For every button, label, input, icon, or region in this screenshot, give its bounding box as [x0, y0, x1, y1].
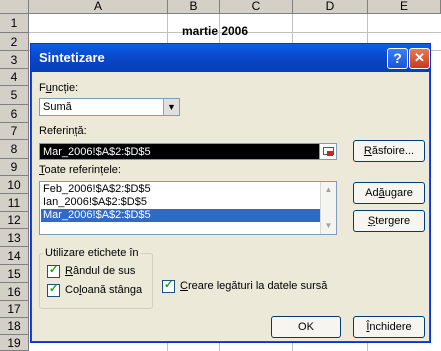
column-header-b[interactable]: B	[168, 0, 220, 14]
row-header-6[interactable]: 6	[0, 105, 29, 123]
cell-title-text[interactable]: martie 2006	[140, 24, 290, 38]
column-header-a[interactable]: A	[29, 0, 168, 14]
top-row-label[interactable]: Rândul de sus	[65, 265, 135, 277]
scroll-down-icon[interactable]: ▼	[322, 219, 335, 233]
create-links-checkbox[interactable]: ✓	[162, 279, 175, 293]
browse-button[interactable]: Răsfoire...	[353, 140, 425, 162]
add-button[interactable]: Adăugare	[353, 182, 425, 204]
row-header-10[interactable]: 10	[0, 176, 29, 194]
reference-label: Referință:	[39, 125, 87, 137]
chevron-down-icon[interactable]: ▼	[163, 99, 179, 115]
dialog-titlebar[interactable]: Sintetizare ? ✕	[31, 44, 430, 72]
row-header-4[interactable]: 4	[0, 69, 29, 86]
row-header-12[interactable]: 12	[0, 212, 29, 229]
checkmark-icon: ✓	[49, 283, 59, 295]
column-header-d[interactable]: D	[293, 0, 368, 14]
list-item-selected[interactable]: Mar_2006!$A$2:$D$5	[41, 209, 323, 222]
help-icon[interactable]: ?	[387, 48, 408, 69]
collapse-dialog-icon[interactable]	[319, 143, 337, 160]
checkmark-icon: ✓	[164, 279, 174, 291]
row-header-11[interactable]: 11	[0, 194, 29, 212]
row-header-9[interactable]: 9	[0, 159, 29, 176]
row-header-7[interactable]: 7	[0, 123, 29, 140]
row-header-16[interactable]: 16	[0, 283, 29, 301]
close-icon[interactable]: ✕	[409, 48, 430, 69]
column-header-c[interactable]: C	[220, 0, 293, 14]
row-header-15[interactable]: 15	[0, 265, 29, 283]
row-header-2[interactable]: 2	[0, 33, 29, 51]
function-select-value: Sumă	[43, 101, 72, 113]
row-header-17[interactable]: 17	[0, 301, 29, 318]
function-select[interactable]: Sumă ▼	[39, 98, 180, 116]
ok-button[interactable]: OK	[271, 316, 341, 338]
close-button[interactable]: Închidere	[353, 316, 425, 338]
row-header-13[interactable]: 13	[0, 229, 29, 247]
dialog-title: Sintetizare	[39, 50, 105, 65]
top-row-checkbox[interactable]: ✓	[47, 264, 60, 278]
checkmark-icon: ✓	[49, 264, 59, 276]
row-header-19[interactable]: 19	[0, 335, 29, 351]
row-header-5[interactable]: 5	[0, 86, 29, 105]
select-all-corner[interactable]	[0, 0, 29, 14]
use-labels-groupbox	[39, 253, 153, 309]
left-column-checkbox[interactable]: ✓	[47, 283, 60, 297]
row-header-3[interactable]: 3	[0, 51, 29, 69]
scroll-up-icon[interactable]: ▲	[322, 183, 335, 197]
delete-button[interactable]: Ștergere	[353, 210, 425, 232]
all-references-label: Toate referințele:	[39, 164, 121, 176]
use-labels-title: Utilizare etichete în	[43, 247, 141, 259]
row-header-1[interactable]: 1	[0, 14, 29, 33]
row-header-18[interactable]: 18	[0, 318, 29, 335]
reference-input-value: Mar_2006!$A$2:$D$5	[43, 146, 151, 158]
list-scrollbar[interactable]: ▲ ▼	[320, 182, 336, 234]
consolidate-dialog: Sintetizare ? ✕ Funcție: Sumă ▼ Referinț…	[30, 43, 431, 343]
list-item[interactable]: Ian_2006!$A$2:$D$5	[41, 196, 323, 209]
column-header-e[interactable]: E	[368, 0, 441, 14]
all-references-list[interactable]: Feb_2006!$A$2:$D$5 Ian_2006!$A$2:$D$5 Ma…	[39, 181, 337, 235]
range-marker-shape	[327, 151, 333, 156]
row-header-14[interactable]: 14	[0, 247, 29, 265]
create-links-label[interactable]: Creare legături la datele sursă	[180, 280, 327, 292]
left-column-label[interactable]: Coloană stânga	[65, 284, 142, 296]
reference-input[interactable]: Mar_2006!$A$2:$D$5	[39, 143, 325, 160]
list-item[interactable]: Feb_2006!$A$2:$D$5	[41, 183, 323, 196]
function-label: Funcție:	[39, 82, 79, 94]
row-header-8[interactable]: 8	[0, 140, 29, 159]
